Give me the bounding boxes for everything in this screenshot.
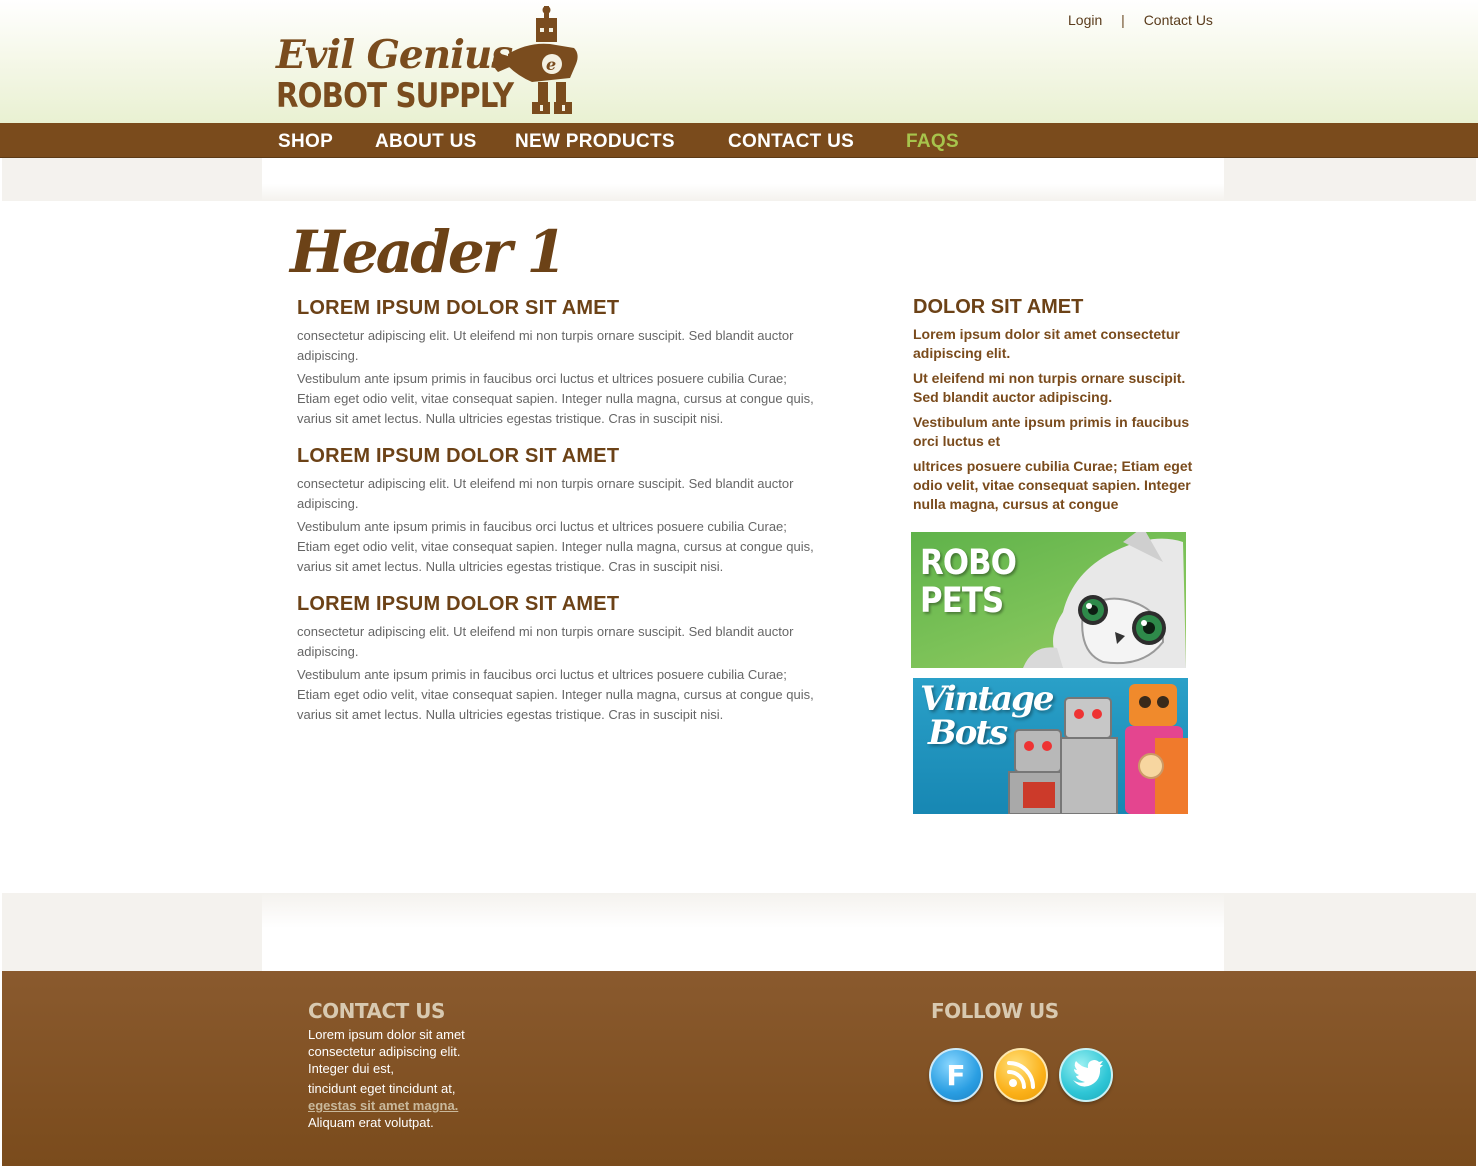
site-logo[interactable]: Evil Genius ROBOT SUPPLY e (276, 6, 586, 118)
footer-contact-line: Lorem ipsum dolor sit amet (308, 1027, 465, 1042)
robo-pets-banner[interactable]: ROBO PETS (911, 532, 1186, 668)
facebook-icon[interactable]: F (929, 1048, 983, 1102)
robo-pets-title: ROBO PETS (920, 543, 1017, 621)
logo-text-top: Evil Genius (276, 32, 513, 78)
section-paragraph: Vestibulum ante ipsum primis in faucibus… (297, 519, 814, 574)
robot-mascot-icon: e (493, 6, 578, 114)
vintage-bots-title: Vintage Bots (920, 682, 1055, 753)
page-title: Header 1 (290, 218, 567, 286)
logo-text-bottom: ROBOT SUPPLY (276, 76, 514, 116)
sidebar-heading: DOLOR SIT AMET (913, 296, 1084, 318)
nav-item-shop[interactable]: SHOP (278, 131, 333, 153)
vintage-bots-banner[interactable]: Vintage Bots (913, 678, 1188, 814)
section-paragraph: consectetur adipiscing elit. Ut eleifend… (297, 328, 794, 363)
sidebar-paragraph: Ut eleifend mi non turpis ornare suscipi… (913, 370, 1186, 405)
site-footer: CONTACT US Lorem ipsum dolor sit amet co… (2, 971, 1476, 1166)
footer-contact-info: Lorem ipsum dolor sit amet consectetur a… (308, 1026, 528, 1131)
robot-cat-icon (1023, 532, 1186, 668)
promo-line: ROBO (920, 543, 1017, 583)
footer-contact-line: consectetur adipiscing elit. (308, 1044, 461, 1059)
rss-icon[interactable] (994, 1048, 1048, 1102)
sidebar-paragraph: Lorem ipsum dolor sit amet consectetur a… (913, 326, 1180, 361)
content-section: LOREM IPSUM DOLOR SIT AMET consectetur a… (297, 297, 817, 432)
svg-text:e: e (546, 55, 556, 74)
nav-item-new-products[interactable]: NEW PRODUCTS (515, 131, 675, 153)
sidebar-paragraph: ultrices posuere cubilia Curae; Etiam eg… (913, 458, 1193, 512)
footer-contact-line: Integer dui est, (308, 1061, 394, 1076)
promo-line: PETS (920, 581, 1004, 621)
footer-contact-link[interactable]: egestas sit amet magna. (308, 1098, 458, 1113)
section-paragraph: Vestibulum ante ipsum primis in faucibus… (297, 667, 814, 722)
content-section: LOREM IPSUM DOLOR SIT AMET consectetur a… (297, 593, 817, 728)
section-heading: LOREM IPSUM DOLOR SIT AMET (297, 593, 620, 615)
twitter-icon[interactable] (1059, 1048, 1113, 1102)
footer-follow-heading: FOLLOW US (931, 999, 1059, 1023)
footer-contact-heading: CONTACT US (308, 999, 445, 1023)
footer-contact-line: tincidunt eget tincidunt at, (308, 1081, 456, 1096)
section-paragraph: Vestibulum ante ipsum primis in faucibus… (297, 371, 814, 426)
nav-item-about-us[interactable]: ABOUT US (375, 131, 477, 153)
nav-item-faqs[interactable]: FAQS (906, 131, 959, 153)
nav-item-contact-us[interactable]: CONTACT US (728, 131, 854, 153)
svg-text:F: F (946, 1059, 965, 1092)
sidebar: DOLOR SIT AMET Lorem ipsum dolor sit ame… (913, 296, 1203, 520)
link-separator: | (1121, 12, 1125, 28)
content-section: LOREM IPSUM DOLOR SIT AMET consectetur a… (297, 445, 817, 580)
main-navigation: SHOP ABOUT US NEW PRODUCTS CONTACT US FA… (0, 123, 1478, 158)
section-paragraph: consectetur adipiscing elit. Ut eleifend… (297, 476, 794, 511)
bottom-divider-band (2, 893, 1476, 971)
section-heading: LOREM IPSUM DOLOR SIT AMET (297, 445, 620, 467)
promo-line: Bots (928, 713, 1008, 753)
section-heading: LOREM IPSUM DOLOR SIT AMET (297, 297, 620, 319)
top-divider-band (2, 158, 1476, 201)
top-utility-links: Login | Contact Us (1068, 12, 1213, 28)
sidebar-paragraph: Vestibulum ante ipsum primis in faucibus… (913, 414, 1190, 449)
site-header (0, 0, 1478, 123)
login-link[interactable]: Login (1068, 12, 1102, 28)
footer-contact-line: Aliquam erat volutpat. (308, 1115, 434, 1130)
top-contact-link[interactable]: Contact Us (1144, 12, 1213, 28)
section-paragraph: consectetur adipiscing elit. Ut eleifend… (297, 624, 794, 659)
